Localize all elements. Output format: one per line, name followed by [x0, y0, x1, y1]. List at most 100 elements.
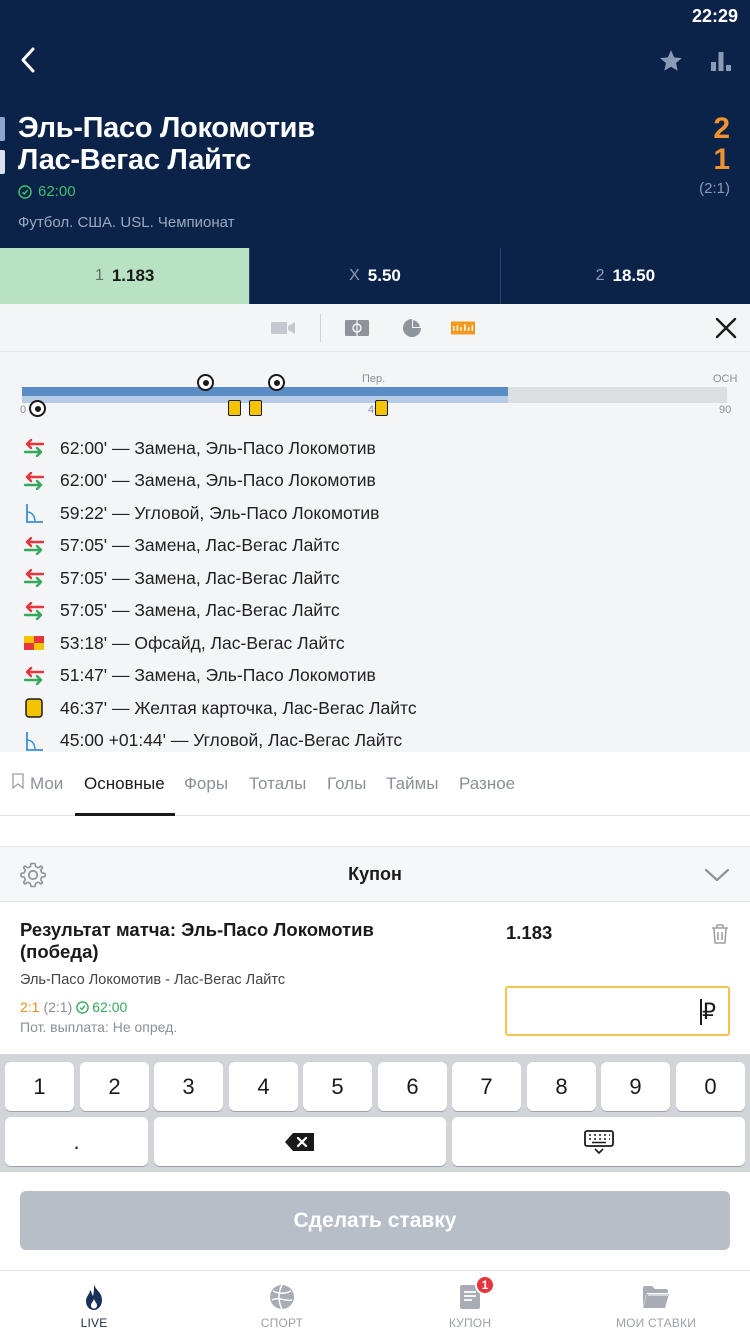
key-digit[interactable]: 5 — [303, 1062, 372, 1111]
league-name: Футбол. США. USL. Чемпионат — [18, 214, 235, 231]
substitution-icon — [22, 437, 46, 459]
bet-time: 62:00 — [76, 999, 127, 1015]
coupon-header: Купон — [0, 846, 750, 902]
tab-totals[interactable]: Тоталы — [249, 752, 306, 816]
tab-goals[interactable]: Голы — [327, 752, 366, 816]
event-item: 57:05' — Замена, Лас-Вегас Лайтс — [0, 562, 750, 595]
nav-sport[interactable]: СПОРТ — [188, 1271, 376, 1333]
key-digit[interactable]: 8 — [527, 1062, 596, 1111]
tab-label: Таймы — [386, 774, 439, 793]
currency-symbol: ₽ — [702, 999, 716, 1024]
odd-away-win[interactable]: 2 18.50 — [499, 248, 750, 304]
event-text: 62:00' — Замена, Эль-Пасо Локомотив — [60, 470, 376, 491]
event-text: 59:22' — Угловой, Эль-Пасо Локомотив — [60, 502, 380, 523]
nav-my-bets[interactable]: МОИ СТАВКИ — [562, 1271, 750, 1333]
backspace-icon — [285, 1132, 314, 1151]
timeline-end-top-label: ОСН — [713, 373, 738, 385]
folder-icon — [562, 1283, 750, 1311]
close-icon — [715, 317, 737, 339]
tab-mine[interactable]: Мои — [12, 752, 63, 816]
statistics-button[interactable] — [704, 44, 738, 78]
odd-home-win[interactable]: 1 1.183 — [0, 248, 250, 304]
bet-time-value: 62:00 — [92, 999, 128, 1015]
event-text: 51:47' — Замена, Эль-Пасо Локомотив — [60, 665, 376, 686]
nav-label: LIVE — [80, 1316, 108, 1330]
stake-input[interactable]: ₽ — [505, 986, 730, 1036]
close-button[interactable] — [710, 312, 742, 344]
corner-icon — [22, 730, 46, 752]
timeline-icon[interactable] — [450, 316, 476, 340]
tab-halves[interactable]: Таймы — [386, 752, 438, 816]
goal-ball-icon — [197, 374, 214, 391]
odd-label: 1 — [94, 267, 104, 284]
nav-label: МОИ СТАВКИ — [615, 1316, 697, 1330]
pie-chart-icon[interactable] — [399, 316, 425, 340]
tab-misc[interactable]: Разное — [459, 752, 515, 816]
ball-icon — [188, 1283, 376, 1311]
timeline-end-label: 90 — [719, 404, 732, 416]
event-item: 57:05' — Замена, Лас-Вегас Лайтс — [0, 530, 750, 563]
timeline-progress-team1 — [22, 387, 508, 396]
substitution-icon — [22, 665, 46, 687]
trash-icon — [712, 924, 728, 944]
bottom-navigation: LIVE СПОРТ 1 КУПОН МОИ СТАВКИ — [0, 1270, 750, 1333]
event-text: 62:00' — Замена, Эль-Пасо Локомотив — [60, 437, 376, 458]
bar-chart-icon — [711, 52, 731, 71]
bet-odd: 1.183 — [506, 922, 553, 943]
favorite-button[interactable] — [654, 44, 688, 78]
event-item: 46:37' — Желтая карточка, Лас-Вегас Лайт… — [0, 692, 750, 725]
match-view-toolbar — [0, 304, 750, 352]
key-digit[interactable]: 9 — [601, 1062, 670, 1111]
key-digit[interactable]: 7 — [452, 1062, 521, 1111]
place-bet-button[interactable]: Сделать ставку — [20, 1191, 730, 1250]
odd-value: 18.50 — [612, 266, 656, 285]
coupon-count-badge: 1 — [475, 1275, 495, 1295]
nav-coupon[interactable]: 1 КУПОН — [376, 1271, 564, 1333]
nav-live[interactable]: LIVE — [0, 1271, 188, 1333]
field-icon[interactable] — [344, 316, 370, 340]
goal-ball-icon — [29, 400, 46, 417]
key-digit[interactable]: 6 — [378, 1062, 447, 1111]
bet-market-title: Результат матча: Эль-Пасо Локомотив (поб… — [20, 919, 374, 962]
video-camera-icon[interactable] — [270, 316, 296, 340]
odd-draw[interactable]: X 5.50 — [249, 248, 500, 304]
key-digit[interactable]: 4 — [229, 1062, 298, 1111]
key-digit[interactable]: 1 — [5, 1062, 74, 1111]
match-timeline: Пер. ОСН 0 45 90 62:00' — Замена, Эль-Па… — [0, 352, 750, 752]
key-digit[interactable]: 2 — [80, 1062, 149, 1111]
coupon-collapse-button[interactable] — [700, 861, 734, 889]
odd-value: 1.183 — [111, 266, 155, 285]
event-item: 62:00' — Замена, Эль-Пасо Локомотив — [0, 465, 750, 498]
key-hide-keyboard[interactable] — [452, 1117, 745, 1166]
yellow-card-icon — [22, 697, 46, 719]
odd-label: 2 — [595, 267, 605, 284]
yellow-card-icon — [375, 400, 388, 416]
team1-name: Эль-Пасо Локомотив — [18, 112, 315, 144]
event-text: 57:05' — Замена, Лас-Вегас Лайтс — [60, 567, 340, 588]
chevron-down-icon — [704, 868, 730, 882]
remove-bet-button[interactable] — [706, 920, 734, 948]
key-digit[interactable]: 3 — [154, 1062, 223, 1111]
team1-score: 2 — [713, 112, 730, 145]
timeline-period-label: Пер. — [362, 373, 386, 385]
tab-main[interactable]: Основные — [84, 752, 165, 816]
event-item: 62:00' — Замена, Эль-Пасо Локомотив — [0, 432, 750, 465]
numeric-keypad: 1 2 3 4 5 6 7 8 9 0 . — [0, 1054, 750, 1172]
match-time-value: 62:00 — [38, 183, 76, 200]
back-button[interactable] — [10, 42, 46, 78]
key-digit[interactable]: 0 — [676, 1062, 745, 1111]
key-dot[interactable]: . — [5, 1117, 148, 1166]
potential-payout: Пот. выплата: Не опред. — [20, 1019, 178, 1035]
odd-value: 5.50 — [367, 266, 401, 285]
key-backspace[interactable] — [154, 1117, 446, 1166]
event-text: 53:18' — Офсайд, Лас-Вегас Лайтс — [60, 632, 345, 653]
tab-label: Голы — [327, 774, 367, 793]
substitution-icon — [22, 567, 46, 589]
event-text: 46:37' — Желтая карточка, Лас-Вегас Лайт… — [60, 697, 417, 718]
submit-area: Сделать ставку — [0, 1172, 750, 1270]
event-item: 51:47' — Замена, Эль-Пасо Локомотив — [0, 660, 750, 693]
bookmark-icon — [12, 773, 24, 789]
bet-slip-item: Результат матча: Эль-Пасо Локомотив (поб… — [0, 902, 750, 1054]
tab-handicaps[interactable]: Форы — [184, 752, 228, 816]
coupon-title: Купон — [348, 864, 402, 884]
